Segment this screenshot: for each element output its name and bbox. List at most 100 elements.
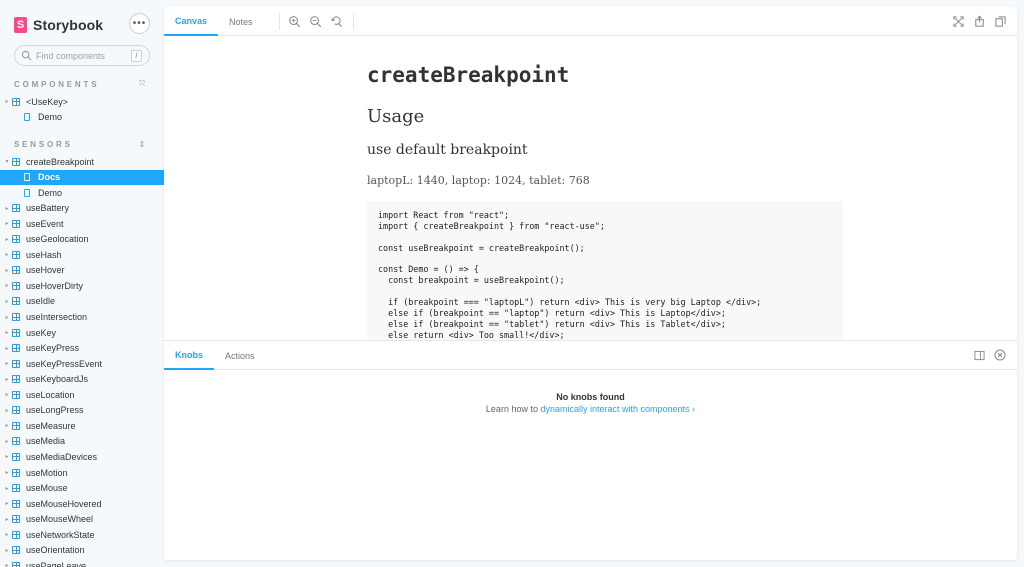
component-item[interactable]: ▸ useGeolocation: [0, 232, 164, 247]
zoom-reset-icon[interactable]: [330, 15, 343, 28]
component-item[interactable]: ▸ useKeyPress: [0, 341, 164, 356]
component-icon: [12, 204, 20, 213]
section-title-components: COMPONENTS: [14, 80, 100, 89]
tree-item-label: useLocation: [26, 389, 75, 400]
caret-right-icon: ▸: [5, 470, 9, 476]
component-item[interactable]: ▸ useHoverDirty: [0, 278, 164, 293]
component-item[interactable]: ▸ useKey: [0, 325, 164, 340]
code-block: import React from "react"; import { creat…: [367, 201, 843, 340]
tab-knobs[interactable]: Knobs: [164, 341, 214, 370]
component-icon: [12, 297, 20, 306]
share-icon[interactable]: [973, 15, 986, 28]
fullscreen-icon[interactable]: [952, 15, 965, 28]
collapse-icon[interactable]: ⤧: [137, 79, 147, 89]
section-title-sensors: SENSORS: [14, 140, 73, 149]
panel-orientation-icon[interactable]: [974, 350, 985, 361]
component-icon: [12, 359, 20, 368]
component-icon: [12, 313, 20, 321]
caret-right-icon: ▸: [5, 283, 9, 290]
component-item[interactable]: ▸ useMouse: [0, 481, 164, 496]
component-item[interactable]: ▸ useMotion: [0, 465, 164, 480]
caret-right-icon: ▸: [5, 454, 9, 461]
zoom-in-icon[interactable]: [288, 15, 301, 28]
component-item[interactable]: ▸ useLongPress: [0, 403, 164, 418]
component-icon: [12, 452, 20, 461]
component-icon: [12, 375, 20, 384]
component-item[interactable]: ▸ useLocation: [0, 387, 164, 402]
tree-item-label: createBreakpoint: [26, 156, 95, 167]
tree-item-label: Demo: [38, 187, 63, 198]
component-item[interactable]: ▸ useBattery: [0, 201, 164, 216]
search-input[interactable]: [36, 50, 126, 61]
caret-right-icon: ▸: [5, 252, 9, 259]
tree-item-label: useMotion: [26, 467, 68, 478]
component-item[interactable]: ▾ createBreakpoint: [0, 154, 164, 169]
story-item[interactable]: Docs: [0, 169, 164, 185]
expand-icon[interactable]: ⇕: [137, 139, 147, 149]
knobs-docs-link[interactable]: dynamically interact with components: [540, 404, 689, 414]
bookmark-icon: [24, 173, 30, 182]
search-box[interactable]: /: [14, 45, 150, 66]
doc-subheading: use default breakpoint: [367, 142, 528, 158]
caret-right-icon: ▸: [5, 99, 9, 105]
tree-item-label: usePageLeave: [26, 560, 87, 567]
tree-item-label: useMouseWheel: [26, 514, 94, 525]
component-icon: [12, 561, 20, 567]
caret-right-icon: ▸: [5, 563, 9, 567]
tree-item-label: Docs: [38, 172, 61, 183]
component-item[interactable]: ▸ useHover: [0, 263, 164, 278]
component-item[interactable]: ▸ useOrientation: [0, 543, 164, 558]
caret-right-icon: ▸: [5, 314, 9, 321]
story-item[interactable]: Demo: [0, 110, 164, 125]
component-item[interactable]: ▸ useNetworkState: [0, 527, 164, 542]
component-item[interactable]: ▸ useIntersection: [0, 310, 164, 325]
tab-actions[interactable]: Actions: [216, 341, 264, 370]
caret-right-icon: ▸: [5, 376, 9, 383]
tree-item-label: useMouseHovered: [26, 498, 102, 509]
component-icon: [12, 250, 20, 259]
close-panel-icon[interactable]: [994, 349, 1006, 361]
component-icon: [12, 266, 20, 275]
component-item[interactable]: ▸ useIdle: [0, 294, 164, 309]
brand-name: Storybook: [33, 17, 104, 33]
component-icon: [12, 235, 20, 244]
tree-item-label: useMediaDevices: [26, 451, 98, 462]
code-line: const Demo = () => {: [378, 264, 479, 275]
docs-canvas: createBreakpoint Usage use default break…: [164, 37, 1017, 340]
caret-right-icon: ▸: [5, 205, 9, 212]
component-item[interactable]: ▸ usePageLeave: [0, 558, 164, 567]
copy-link-icon[interactable]: [994, 15, 1007, 28]
toolbar: Canvas Notes: [164, 7, 1017, 36]
caret-right-icon: ▸: [5, 267, 9, 274]
component-item[interactable]: ▸ useMouseWheel: [0, 512, 164, 527]
component-item[interactable]: ▸ useKeyboardJs: [0, 372, 164, 387]
tree-item-label: useGeolocation: [26, 234, 89, 245]
menu-button[interactable]: •••: [129, 13, 150, 34]
tree-item-label: useMedia: [26, 436, 66, 447]
tab-notes[interactable]: Notes: [219, 7, 263, 36]
component-icon: [12, 406, 20, 415]
story-item[interactable]: Demo: [0, 185, 164, 200]
chevron-right-icon[interactable]: ›: [692, 404, 695, 414]
component-item[interactable]: ▸ useHash: [0, 247, 164, 262]
tree-item-label: useIdle: [26, 296, 56, 307]
component-icon: [12, 468, 20, 477]
component-item[interactable]: ▸ useEvent: [0, 216, 164, 231]
component-item[interactable]: ▸ useMediaDevices: [0, 449, 164, 464]
component-item[interactable]: ▸ useKeyPressEvent: [0, 356, 164, 371]
component-item[interactable]: ▸ useMouseHovered: [0, 496, 164, 511]
zoom-out-icon[interactable]: [309, 15, 322, 28]
tab-canvas[interactable]: Canvas: [164, 7, 219, 36]
component-icon: [12, 344, 20, 353]
component-item[interactable]: ▸ useMedia: [0, 434, 164, 449]
bookmark-icon: [24, 113, 30, 122]
component-icon: [12, 390, 20, 399]
tree-item-label: useKeyPressEvent: [26, 358, 103, 369]
component-item[interactable]: ▸ useMeasure: [0, 418, 164, 433]
component-icon: [12, 530, 20, 539]
empty-state-title: No knobs found: [556, 392, 625, 402]
brand[interactable]: S Storybook: [14, 15, 103, 35]
component-icon: [12, 421, 20, 430]
component-item[interactable]: ▸ <UseKey>: [0, 94, 164, 109]
